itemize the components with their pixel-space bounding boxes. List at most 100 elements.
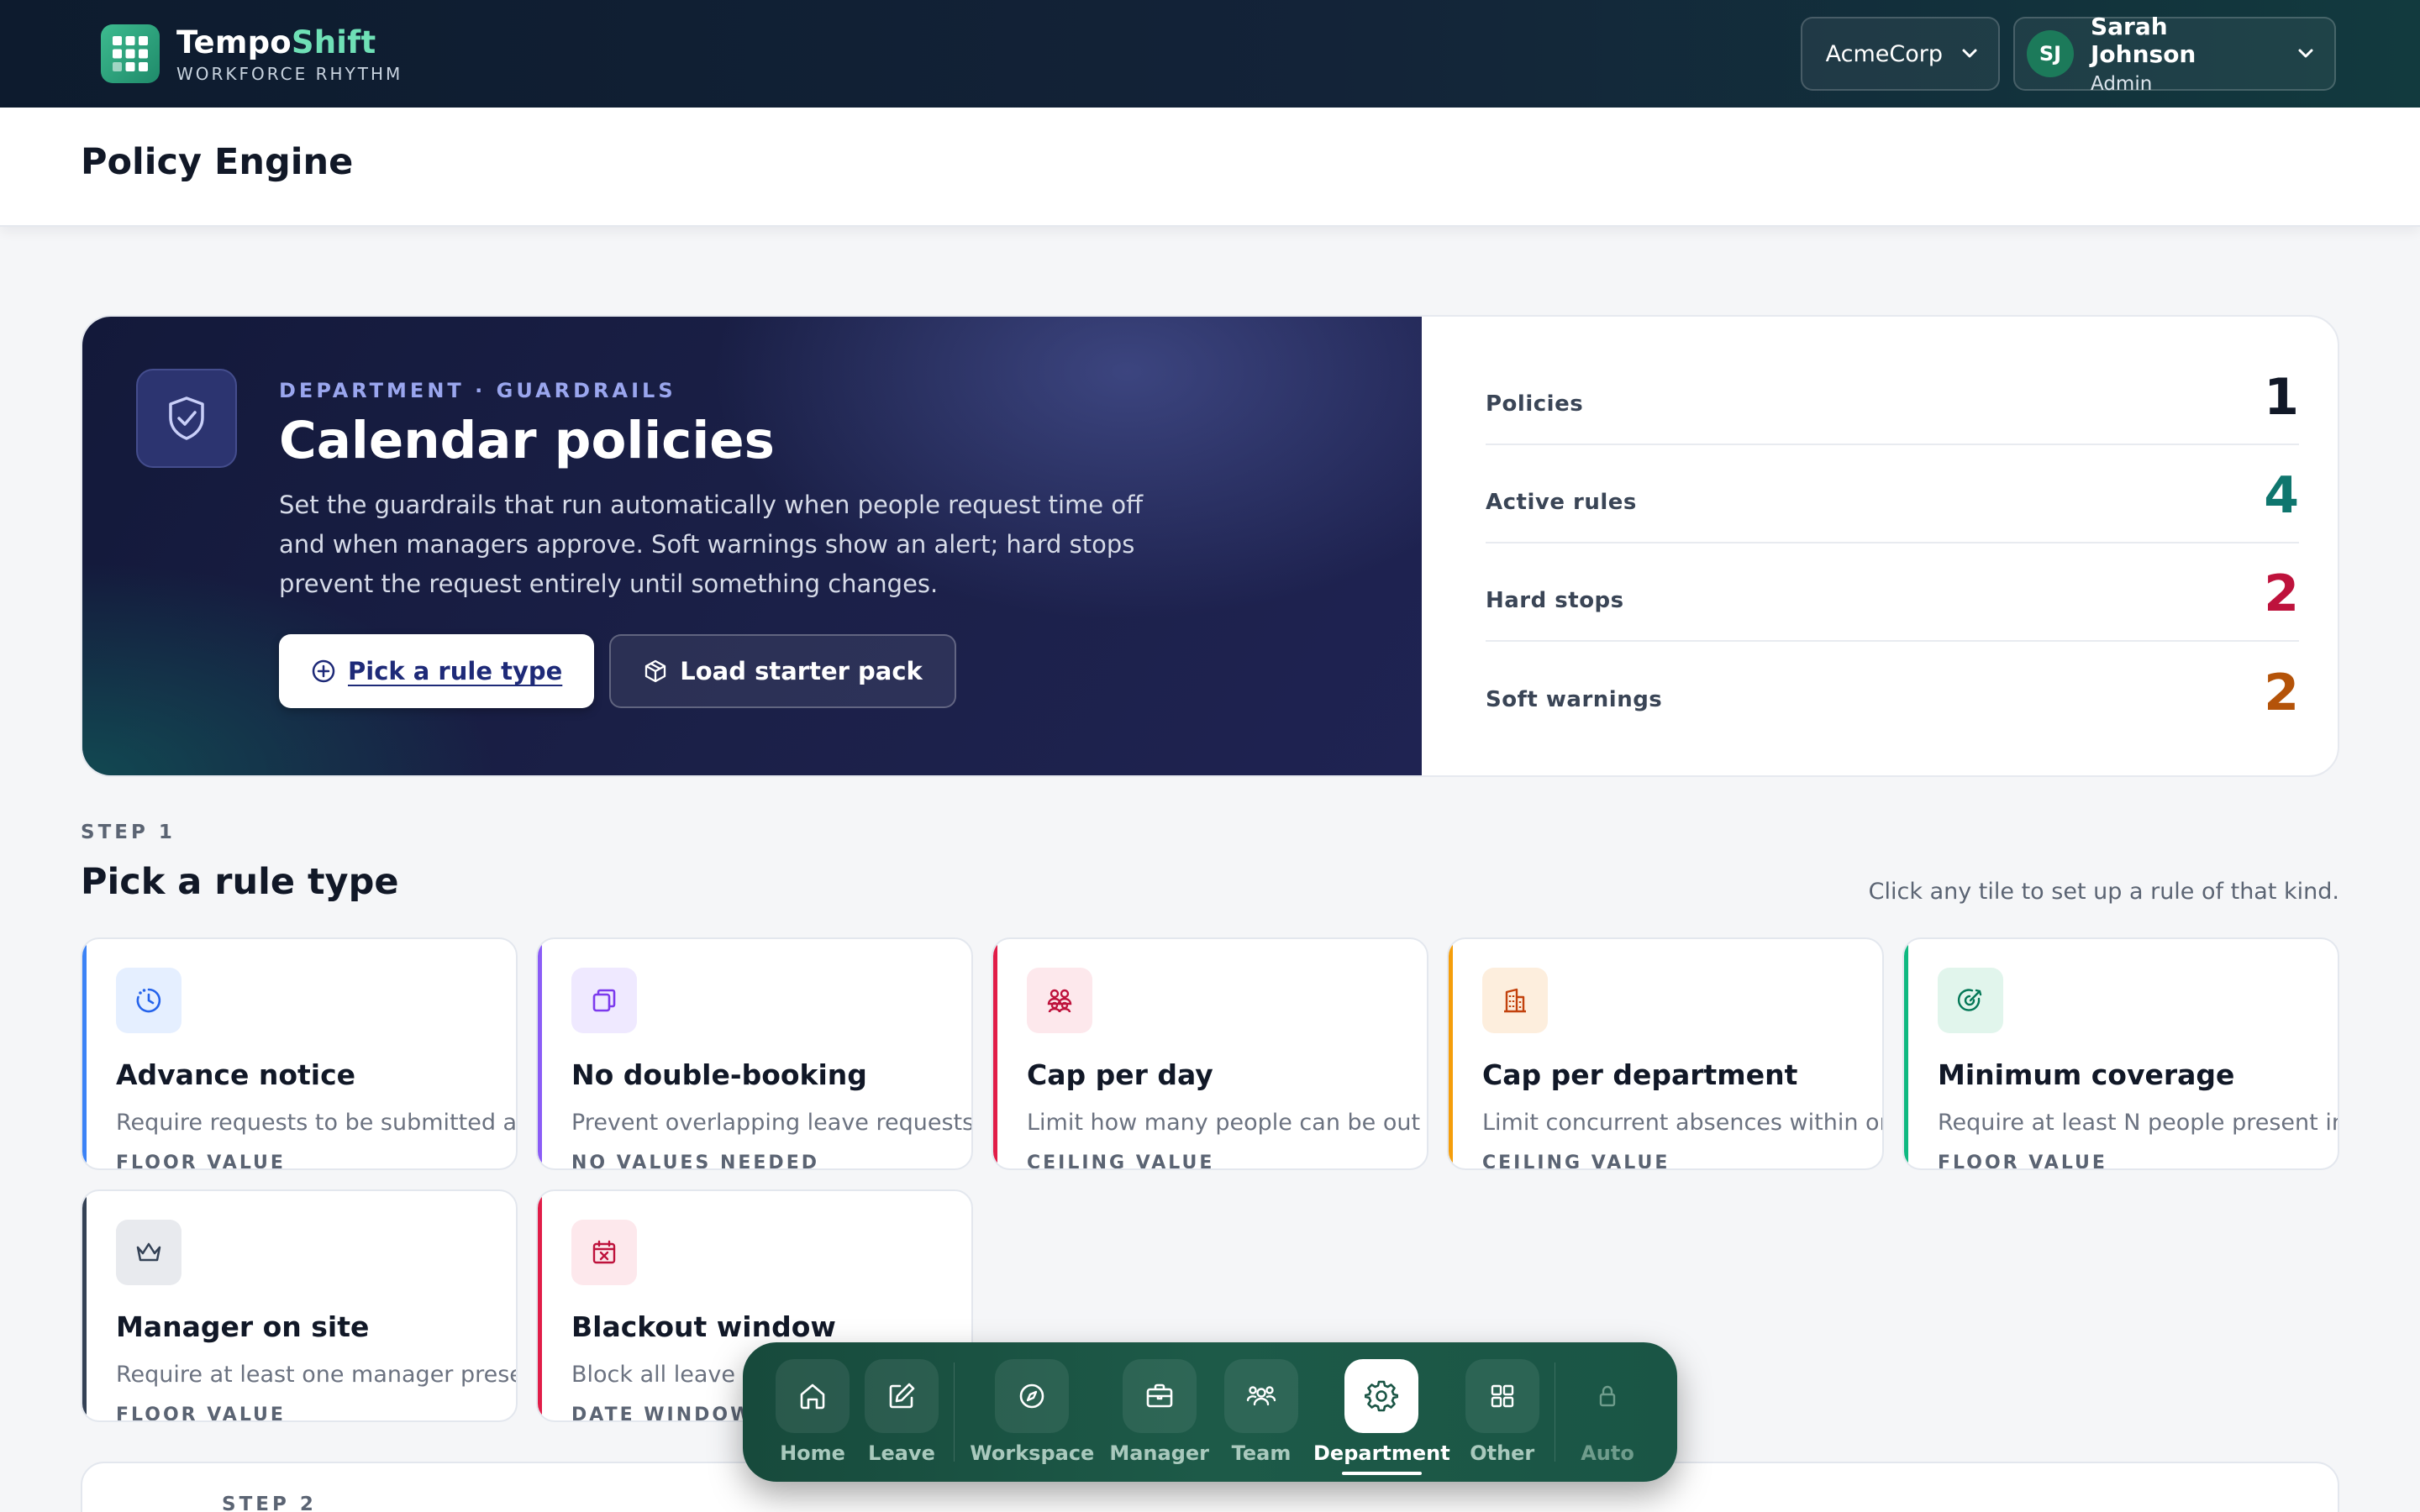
brand-tagline: WORKFORCE RHYTHM [176, 63, 403, 84]
rule-tile-cap-per-department[interactable]: Cap per department Limit concurrent abse… [1447, 937, 1884, 1170]
stat-label: Policies [1486, 391, 1584, 417]
bottom-dock: Home Leave Workspace Manager Team Depart… [743, 1342, 1677, 1482]
pick-rule-type-label: Pick a rule type [348, 657, 563, 685]
tile-tag: FLOOR VALUE [116, 1404, 286, 1422]
dock-item-auto[interactable]: Auto [1570, 1359, 1644, 1465]
tile-tag: CEILING VALUE [1482, 1152, 1670, 1170]
tile-tag: NO VALUES NEEDED [571, 1152, 819, 1170]
page-header: Policy Engine [0, 108, 2420, 227]
calendar-x-icon [571, 1220, 637, 1285]
tile-tag: CEILING VALUE [1027, 1152, 1215, 1170]
stat-value: 4 [2264, 465, 2299, 525]
dock-item-home[interactable]: Home [776, 1359, 850, 1465]
dock-label: Auto [1581, 1441, 1634, 1465]
briefcase-icon [1122, 1359, 1197, 1433]
stat-active-rules: Active rules 4 [1486, 445, 2299, 543]
rule-tile-minimum-coverage[interactable]: Minimum coverage Require at least N peop… [1902, 937, 2339, 1170]
hero-description: Set the guardrails that run automaticall… [279, 491, 1144, 598]
stat-soft-warnings: Soft warnings 2 [1486, 642, 2299, 740]
rule-tile-manager-on-site[interactable]: Manager on site Require at least one man… [81, 1189, 518, 1422]
stat-policies: Policies 1 [1486, 347, 2299, 445]
policy-hero: DEPARTMENT · GUARDRAILS Calendar policie… [81, 315, 2339, 777]
tile-title: Advance notice [116, 1058, 356, 1091]
brand-name: TempoShift [176, 24, 402, 60]
team-icon [1224, 1359, 1298, 1433]
tile-title: No double-booking [571, 1058, 867, 1091]
step-1-title: Pick a rule type [81, 861, 399, 903]
tile-description: Limit concurrent absences within one dep… [1482, 1110, 1882, 1136]
tile-description: Require at least N people present in a d… [1938, 1110, 2338, 1136]
plus-circle-icon [312, 659, 335, 683]
dock-item-workspace[interactable]: Workspace [970, 1359, 1094, 1465]
load-starter-pack-label: Load starter pack [680, 657, 923, 685]
stat-label: Active rules [1486, 489, 1637, 515]
tile-title: Manager on site [116, 1310, 370, 1343]
edit-icon [865, 1359, 939, 1433]
dock-label: Leave [868, 1441, 935, 1465]
hero-title: Calendar policies [279, 411, 775, 470]
brand[interactable]: TempoShift WORKFORCE RHYTHM [101, 24, 402, 84]
stat-label: Soft warnings [1486, 686, 1663, 712]
tile-title: Cap per day [1027, 1058, 1213, 1091]
tile-title: Minimum coverage [1938, 1058, 2235, 1091]
tile-tag: FLOOR VALUE [116, 1152, 286, 1170]
tile-title: Blackout window [571, 1310, 836, 1343]
chevron-down-icon [1962, 49, 1977, 58]
user-role: Admin [2091, 73, 2153, 95]
stat-label: Hard stops [1486, 587, 1624, 613]
shield-check-icon [136, 369, 237, 468]
hero-eyebrow: DEPARTMENT · GUARDRAILS [279, 379, 676, 402]
target-icon [1938, 968, 2003, 1033]
chevron-down-icon [2298, 49, 2313, 58]
org-name: AcmeCorp [1825, 40, 1943, 67]
pick-rule-type-button[interactable]: Pick a rule type [279, 634, 595, 708]
clock-icon [116, 968, 182, 1033]
tile-description: Require at least one manager present eac… [116, 1362, 516, 1388]
dock-item-leave[interactable]: Leave [865, 1359, 939, 1465]
avatar: SJ [2027, 30, 2074, 77]
building-icon [1482, 968, 1548, 1033]
page-title: Policy Engine [81, 141, 354, 183]
crown-icon [116, 1220, 182, 1285]
dock-item-team[interactable]: Team [1224, 1359, 1298, 1465]
rule-tile-no-double-booking[interactable]: No double-booking Prevent overlapping le… [536, 937, 973, 1170]
dock-label: Other [1470, 1441, 1535, 1465]
org-switcher[interactable]: AcmeCorp [1800, 17, 2000, 91]
stat-value: 2 [2264, 564, 2299, 623]
dock-label: Department [1313, 1441, 1450, 1465]
brand-name-accent: Shift [291, 24, 376, 60]
tile-title: Cap per department [1482, 1058, 1798, 1091]
policy-stats: Policies 1 Active rules 4 Hard stops 2 S… [1422, 317, 2338, 775]
step-1-eyebrow: STEP 1 [81, 822, 176, 843]
dock-item-department[interactable]: Department [1313, 1359, 1450, 1475]
step-2-eyebrow: STEP 2 [222, 1494, 317, 1512]
top-bar: TempoShift WORKFORCE RHYTHM AcmeCorp SJ … [0, 0, 2420, 108]
tile-tag: FLOOR VALUE [1938, 1152, 2107, 1170]
step-1-hint: Click any tile to set up a rule of that … [1868, 879, 2339, 905]
copy-icon [571, 968, 637, 1033]
rule-tile-advance-notice[interactable]: Advance notice Require requests to be su… [81, 937, 518, 1170]
logo-grid-icon [101, 24, 160, 83]
dock-label: Home [780, 1441, 845, 1465]
stat-value: 1 [2264, 367, 2299, 427]
brand-name-main: Tempo [176, 24, 292, 60]
package-icon [645, 659, 666, 683]
lock-icon [1570, 1359, 1644, 1433]
tile-description: Prevent overlapping leave requests from … [571, 1110, 973, 1136]
load-starter-pack-button[interactable]: Load starter pack [609, 634, 956, 708]
stat-value: 2 [2264, 663, 2299, 722]
user-menu[interactable]: SJ Sarah Johnson Admin [2013, 13, 2336, 95]
dock-item-other[interactable]: Other [1465, 1359, 1539, 1465]
compass-icon [995, 1359, 1070, 1433]
stat-hard-stops: Hard stops 2 [1486, 543, 2299, 642]
home-icon [776, 1359, 850, 1433]
dock-item-manager[interactable]: Manager [1109, 1359, 1209, 1465]
user-name: Sarah Johnson [2091, 13, 2196, 68]
rule-tile-cap-per-day[interactable]: Cap per day Limit how many people can be… [992, 937, 1428, 1170]
people-icon [1027, 968, 1092, 1033]
dock-label: Manager [1109, 1441, 1209, 1465]
dock-label: Workspace [970, 1441, 1095, 1465]
dock-divider [954, 1362, 955, 1462]
tile-description: Limit how many people can be out on any … [1027, 1110, 1427, 1136]
tile-description: Require requests to be submitted at leas… [116, 1110, 518, 1136]
